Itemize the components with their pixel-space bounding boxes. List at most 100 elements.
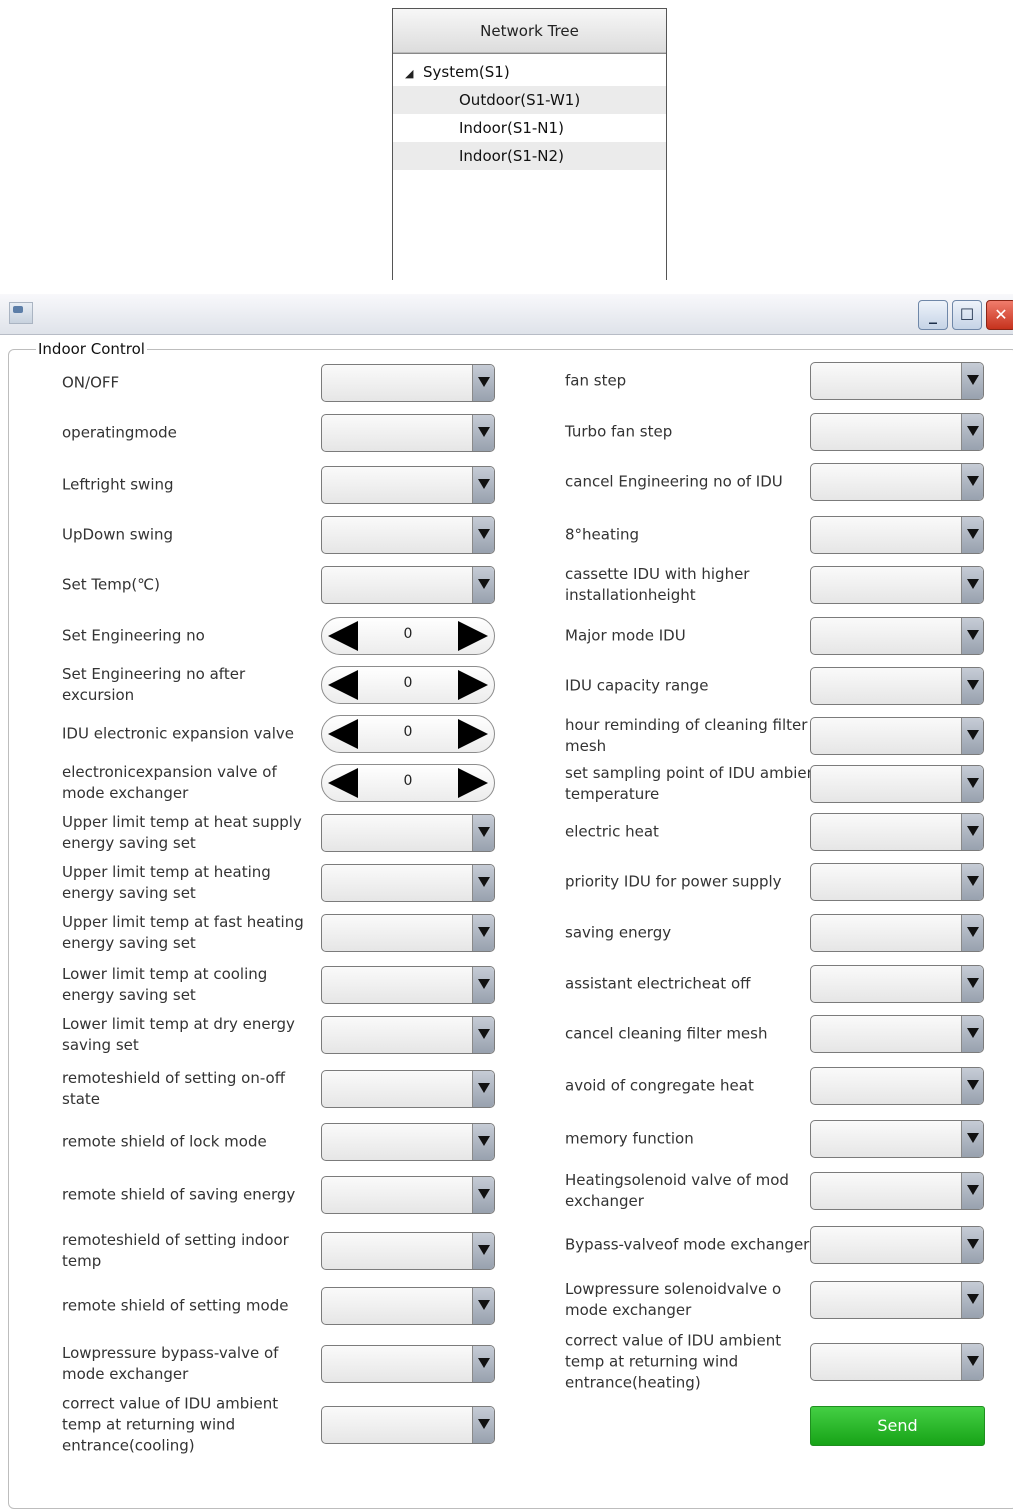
left-stepper-5[interactable]: 0 bbox=[321, 617, 495, 655]
left-dropdown-1[interactable] bbox=[321, 414, 495, 452]
increment-arrow-icon[interactable] bbox=[458, 768, 488, 798]
maximize-button[interactable]: ☐ bbox=[952, 300, 982, 330]
left-dropdown-13[interactable] bbox=[321, 1016, 495, 1054]
right-dropdown-14[interactable] bbox=[810, 1067, 984, 1105]
right-control-label-16: Heatingsolenoid valve of mod exchanger bbox=[565, 1171, 789, 1210]
right-dropdown-11[interactable] bbox=[810, 914, 984, 952]
right-dropdown-10[interactable] bbox=[810, 863, 984, 901]
left-dropdown-18[interactable] bbox=[321, 1287, 495, 1325]
dropdown-arrow-icon[interactable] bbox=[472, 1288, 494, 1324]
left-dropdown-3[interactable] bbox=[321, 516, 495, 554]
left-dropdown-17[interactable] bbox=[321, 1232, 495, 1270]
dropdown-arrow-icon[interactable] bbox=[472, 915, 494, 951]
dropdown-arrow-icon[interactable] bbox=[961, 718, 983, 754]
dropdown-arrow-icon[interactable] bbox=[961, 517, 983, 553]
dropdown-arrow-icon[interactable] bbox=[472, 1233, 494, 1269]
right-dropdown-8[interactable] bbox=[810, 765, 984, 803]
dropdown-arrow-icon[interactable] bbox=[472, 517, 494, 553]
left-dropdown-20[interactable] bbox=[321, 1406, 495, 1444]
minimize-button[interactable]: _ bbox=[918, 300, 948, 330]
left-stepper-8[interactable]: 0 bbox=[321, 764, 495, 802]
tree-node-indoor-n1[interactable]: Indoor(S1-N1) bbox=[393, 114, 666, 142]
left-control-label-20: correct value of IDU ambient temp at ret… bbox=[62, 1394, 279, 1455]
right-dropdown-7[interactable] bbox=[810, 717, 984, 755]
dropdown-arrow-icon[interactable] bbox=[961, 363, 983, 399]
dropdown-arrow-icon[interactable] bbox=[961, 1068, 983, 1104]
left-control-label-18: remote shield of setting mode bbox=[62, 1296, 289, 1315]
increment-arrow-icon[interactable] bbox=[458, 670, 488, 700]
tree-node-outdoor-w1[interactable]: Outdoor(S1-W1) bbox=[393, 86, 666, 114]
dropdown-arrow-icon[interactable] bbox=[961, 1173, 983, 1209]
expand-triangle-icon[interactable]: ◢ bbox=[405, 60, 419, 88]
dropdown-arrow-icon[interactable] bbox=[472, 1124, 494, 1160]
dropdown-arrow-icon[interactable] bbox=[472, 1071, 494, 1107]
increment-arrow-icon[interactable] bbox=[458, 621, 488, 651]
tree-node-system[interactable]: ◢ System(S1) bbox=[393, 58, 666, 86]
left-dropdown-15[interactable] bbox=[321, 1123, 495, 1161]
right-dropdown-3[interactable] bbox=[810, 516, 984, 554]
left-dropdown-4[interactable] bbox=[321, 566, 495, 604]
right-dropdown-19[interactable] bbox=[810, 1343, 984, 1381]
dropdown-arrow-icon[interactable] bbox=[961, 618, 983, 654]
left-dropdown-2[interactable] bbox=[321, 466, 495, 504]
right-dropdown-9[interactable] bbox=[810, 813, 984, 851]
dropdown-arrow-icon[interactable] bbox=[472, 567, 494, 603]
left-dropdown-12[interactable] bbox=[321, 966, 495, 1004]
dropdown-arrow-icon[interactable] bbox=[472, 365, 494, 401]
close-button[interactable]: ✕ bbox=[986, 300, 1013, 330]
decrement-arrow-icon[interactable] bbox=[328, 719, 358, 749]
right-dropdown-4[interactable] bbox=[810, 566, 984, 604]
send-button[interactable]: Send bbox=[810, 1406, 985, 1446]
dropdown-arrow-icon[interactable] bbox=[961, 668, 983, 704]
dropdown-arrow-icon[interactable] bbox=[961, 864, 983, 900]
left-dropdown-16[interactable] bbox=[321, 1176, 495, 1214]
right-dropdown-0[interactable] bbox=[810, 362, 984, 400]
dropdown-arrow-icon[interactable] bbox=[472, 1346, 494, 1382]
right-dropdown-17[interactable] bbox=[810, 1226, 984, 1264]
left-control-label-13: Lower limit temp at dry energy saving se… bbox=[62, 1015, 295, 1054]
dropdown-arrow-icon[interactable] bbox=[961, 414, 983, 450]
dropdown-arrow-icon[interactable] bbox=[961, 966, 983, 1002]
left-stepper-7[interactable]: 0 bbox=[321, 715, 495, 753]
right-dropdown-12[interactable] bbox=[810, 965, 984, 1003]
dropdown-arrow-icon[interactable] bbox=[472, 865, 494, 901]
increment-arrow-icon[interactable] bbox=[458, 719, 488, 749]
left-stepper-6[interactable]: 0 bbox=[321, 666, 495, 704]
dropdown-arrow-icon[interactable] bbox=[961, 814, 983, 850]
dropdown-arrow-icon[interactable] bbox=[472, 1017, 494, 1053]
right-dropdown-1[interactable] bbox=[810, 413, 984, 451]
left-dropdown-11[interactable] bbox=[321, 914, 495, 952]
dropdown-arrow-icon[interactable] bbox=[472, 815, 494, 851]
dropdown-arrow-icon[interactable] bbox=[961, 1282, 983, 1318]
left-dropdown-9[interactable] bbox=[321, 814, 495, 852]
dropdown-arrow-icon[interactable] bbox=[961, 1344, 983, 1380]
right-dropdown-16[interactable] bbox=[810, 1172, 984, 1210]
dropdown-arrow-icon[interactable] bbox=[961, 1121, 983, 1157]
left-dropdown-0[interactable] bbox=[321, 364, 495, 402]
left-dropdown-19[interactable] bbox=[321, 1345, 495, 1383]
dropdown-arrow-icon[interactable] bbox=[472, 967, 494, 1003]
dropdown-arrow-icon[interactable] bbox=[472, 1177, 494, 1213]
right-control-label-18: Lowpressure solenoidvalve o mode exchang… bbox=[565, 1280, 782, 1319]
right-dropdown-6[interactable] bbox=[810, 667, 984, 705]
decrement-arrow-icon[interactable] bbox=[328, 670, 358, 700]
dropdown-arrow-icon[interactable] bbox=[472, 415, 494, 451]
right-dropdown-13[interactable] bbox=[810, 1015, 984, 1053]
decrement-arrow-icon[interactable] bbox=[328, 621, 358, 651]
right-dropdown-5[interactable] bbox=[810, 617, 984, 655]
decrement-arrow-icon[interactable] bbox=[328, 768, 358, 798]
dropdown-arrow-icon[interactable] bbox=[961, 1016, 983, 1052]
dropdown-arrow-icon[interactable] bbox=[472, 467, 494, 503]
dropdown-arrow-icon[interactable] bbox=[472, 1407, 494, 1443]
left-dropdown-14[interactable] bbox=[321, 1070, 495, 1108]
dropdown-arrow-icon[interactable] bbox=[961, 464, 983, 500]
right-dropdown-18[interactable] bbox=[810, 1281, 984, 1319]
dropdown-arrow-icon[interactable] bbox=[961, 1227, 983, 1263]
dropdown-arrow-icon[interactable] bbox=[961, 766, 983, 802]
dropdown-arrow-icon[interactable] bbox=[961, 915, 983, 951]
dropdown-arrow-icon[interactable] bbox=[961, 567, 983, 603]
left-dropdown-10[interactable] bbox=[321, 864, 495, 902]
right-dropdown-15[interactable] bbox=[810, 1120, 984, 1158]
right-dropdown-2[interactable] bbox=[810, 463, 984, 501]
tree-node-indoor-n2[interactable]: Indoor(S1-N2) bbox=[393, 142, 666, 170]
